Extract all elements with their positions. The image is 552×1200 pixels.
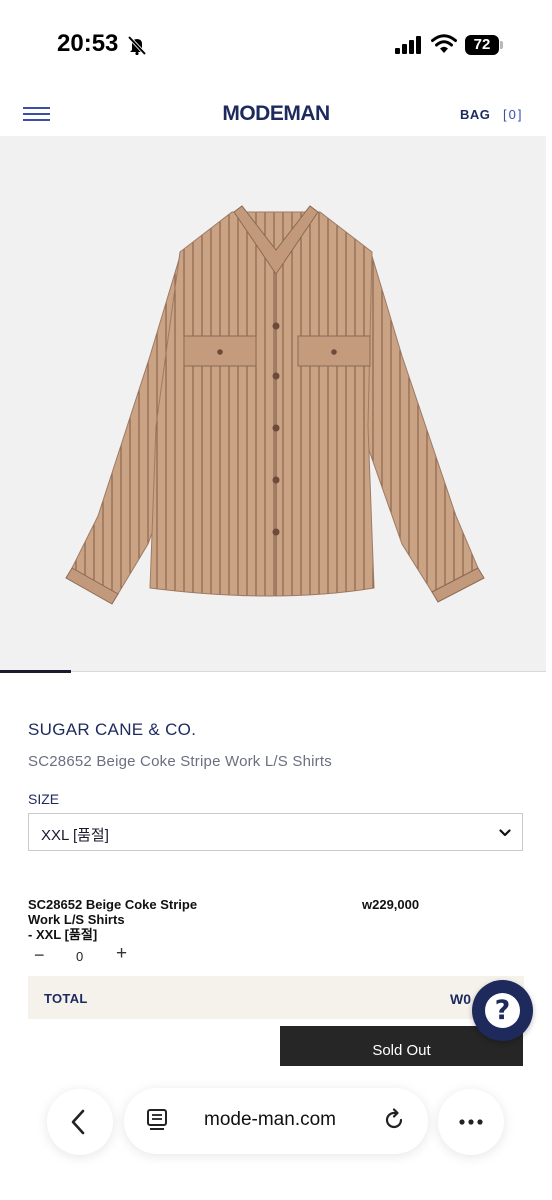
quantity-plus-button[interactable]: + xyxy=(116,944,132,963)
address-url: mode-man.com xyxy=(204,1109,336,1130)
status-bar: 20:53 72 xyxy=(0,0,552,90)
line-item-name-line3: - XXL [품절] xyxy=(28,927,98,942)
size-select-value: XXL [품절] xyxy=(41,827,109,844)
bell-slash-icon xyxy=(127,35,147,55)
reload-icon[interactable] xyxy=(382,1108,406,1132)
total-label: TOTAL xyxy=(44,991,88,1006)
line-item-name: SC28652 Beige Coke Stripe Work L/S Shirt… xyxy=(28,897,248,942)
quantity-value: 0 xyxy=(76,949,84,964)
line-item-name-line2: Work L/S Shirts xyxy=(28,912,125,927)
battery-icon: 72 xyxy=(465,35,503,55)
total-bar: TOTAL W0 xyxy=(28,976,524,1019)
size-select[interactable]: XXL [품절] xyxy=(28,813,523,851)
more-icon xyxy=(459,1119,483,1125)
gallery-progress-fill xyxy=(0,670,71,673)
wifi-icon xyxy=(431,34,457,53)
battery-level: 72 xyxy=(465,35,499,55)
gallery-progress-track xyxy=(0,671,546,672)
address-bar[interactable]: mode-man.com xyxy=(124,1088,428,1154)
status-time: 20:53 xyxy=(57,30,119,57)
reader-icon[interactable] xyxy=(146,1108,168,1132)
brand-name[interactable]: SUGAR CANE & CO. xyxy=(28,720,196,740)
line-item-name-line1: SC28652 Beige Coke Stripe xyxy=(28,897,198,912)
total-value: W0 xyxy=(450,991,471,1007)
shirt-illustration xyxy=(65,205,485,605)
back-button[interactable] xyxy=(47,1089,113,1155)
battery-cap xyxy=(500,41,503,49)
site-header: MODEMAN BAG [0] xyxy=(12,90,540,136)
more-button[interactable] xyxy=(438,1089,504,1155)
signal-icon xyxy=(395,36,421,54)
bag-count[interactable]: [0] xyxy=(503,107,523,122)
chevron-down-icon xyxy=(499,829,511,837)
back-icon xyxy=(71,1109,85,1135)
size-label: SIZE xyxy=(28,791,60,807)
line-item-price: w229,000 xyxy=(362,897,420,912)
page: 20:53 72 MODEMAN BAG [0] SUGAR CANE & CO… xyxy=(0,0,552,1200)
help-chat-button[interactable]: ? xyxy=(472,980,533,1041)
product-title: SC28652 Beige Coke Stripe Work L/S Shirt… xyxy=(28,753,332,770)
quantity-minus-button[interactable]: − xyxy=(34,946,50,964)
bag-link[interactable]: BAG xyxy=(460,107,490,122)
product-image[interactable] xyxy=(0,136,546,672)
help-icon: ? xyxy=(485,993,520,1028)
